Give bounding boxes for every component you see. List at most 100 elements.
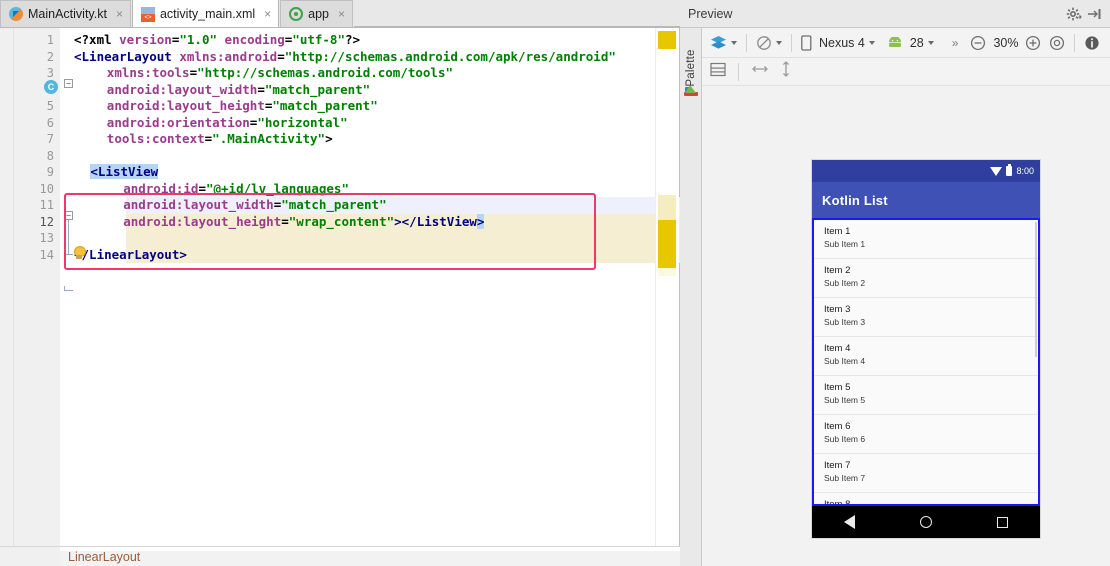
code-line[interactable]: <ListView [60, 164, 655, 181]
list-scrollbar[interactable] [1035, 222, 1037, 357]
list-item[interactable]: Item 3 Sub Item 3 [814, 298, 1038, 337]
zoom-fit-button[interactable] [1047, 33, 1067, 53]
code-line[interactable]: android:id="@+id/lv_languages" [60, 181, 655, 198]
list-item-subtitle: Sub Item 5 [824, 395, 866, 405]
blueprint-button[interactable] [710, 62, 726, 82]
list-item[interactable]: Item 6 Sub Item 6 [814, 415, 1038, 454]
device-selector[interactable]: Nexus 4 [799, 33, 877, 53]
list-item[interactable]: Item 5 Sub Item 5 [814, 376, 1038, 415]
theme-button[interactable] [754, 33, 784, 53]
android-studio-window: MainActivity.kt × activity_main.xml × ap… [0, 0, 1110, 566]
code-token: </LinearLayout> [74, 246, 187, 262]
preview-toolbar-secondary [702, 58, 1110, 86]
height-button[interactable] [779, 60, 793, 83]
zoom-in-button[interactable] [1023, 33, 1043, 53]
line-number[interactable]: 10 [40, 181, 54, 198]
code-line[interactable]: android:layout_height="match_parent" [60, 98, 655, 115]
info-icon [1085, 35, 1100, 50]
code-line[interactable]: </LinearLayout> [60, 247, 655, 264]
toolbar-separator [738, 62, 739, 81]
list-item[interactable]: Item 1 Sub Item 1 [814, 220, 1038, 259]
line-number[interactable]: 14 [40, 247, 54, 264]
code-token: = [198, 180, 206, 196]
code-line[interactable] [60, 230, 655, 247]
code-token: android:layout_height [106, 98, 265, 113]
code-token: = [257, 81, 265, 97]
home-circle-icon[interactable] [919, 516, 932, 528]
api-selector[interactable]: 28 [885, 34, 936, 52]
tab-label: app [308, 7, 330, 21]
tab-activity-main-xml[interactable]: activity_main.xml × [131, 0, 280, 27]
line-number[interactable]: 7 [47, 131, 54, 148]
tab-app[interactable]: app × [280, 0, 354, 27]
tab-mainactivity-kt[interactable]: MainActivity.kt × [0, 0, 131, 27]
list-item[interactable]: Item 4 Sub Item 4 [814, 337, 1038, 376]
zoom-out-button[interactable] [968, 33, 988, 53]
scroll-thumb[interactable] [658, 31, 676, 49]
chevron-down-icon[interactable] [927, 40, 934, 45]
breadcrumb[interactable]: LinearLayout [68, 550, 140, 564]
design-mode-button[interactable] [708, 33, 739, 52]
list-item-title: Item 4 [824, 343, 851, 354]
line-number[interactable]: 9 [47, 164, 54, 181]
code-token: "http://schemas.android.com/tools" [197, 65, 453, 80]
device-label: Nexus 4 [819, 35, 865, 50]
chevron-down-icon[interactable] [731, 40, 737, 45]
line-number[interactable]: 1 [47, 32, 54, 49]
line-number[interactable]: 5 [47, 98, 54, 115]
list-item[interactable]: Item 7 Sub Item 7 [814, 454, 1038, 493]
toolbar-separator [1074, 33, 1076, 52]
close-icon[interactable]: × [264, 7, 271, 21]
preview-canvas[interactable]: 8:00 Kotlin List Item 1 Sub Item 1 Item 2 S… [702, 86, 1110, 566]
gear-icon[interactable] [1066, 6, 1082, 22]
code-editor[interactable]: 1234567891011121314 C <?xml version="1.0… [0, 28, 726, 546]
toolbar-separator [746, 33, 747, 52]
toolbar-overflow-button[interactable]: » [952, 36, 959, 50]
class-marker-icon[interactable]: C [44, 80, 58, 94]
code-line[interactable] [60, 148, 655, 165]
device-preview[interactable]: 8:00 Kotlin List Item 1 Sub Item 1 Item 2 S… [812, 160, 1040, 538]
chevron-down-icon[interactable] [776, 40, 782, 45]
editor-marker-bar[interactable] [655, 28, 679, 546]
code-line[interactable]: <?xml version="1.0" encoding="utf-8"?> [60, 32, 655, 49]
code-line[interactable]: <LinearLayout xmlns:android="http://sche… [60, 49, 655, 66]
list-item-title: Item 6 [824, 421, 851, 432]
width-button[interactable] [751, 62, 769, 81]
list-item[interactable]: Item 8Sub Item 8 [814, 493, 1038, 504]
recents-square-icon[interactable] [996, 516, 1008, 528]
close-icon[interactable]: × [338, 7, 345, 21]
fold-marker-collapse[interactable]: − [64, 79, 73, 88]
code-line[interactable]: tools:context=".MainActivity"> [60, 131, 655, 148]
code-text-area[interactable]: <?xml version="1.0" encoding="utf-8"?> <L… [60, 28, 726, 546]
info-button[interactable] [1082, 33, 1102, 53]
code-line[interactable]: xmlns:tools="http://schemas.android.com/… [60, 65, 655, 82]
chevron-down-icon[interactable] [868, 40, 875, 45]
line-number[interactable]: 8 [47, 148, 54, 165]
editor-gutter[interactable]: 1234567891011121314 C [14, 28, 60, 546]
back-triangle-icon[interactable] [844, 515, 856, 529]
code-line[interactable]: android:layout_width="match_parent" [60, 197, 655, 214]
line-number[interactable]: 11 [40, 197, 54, 214]
code-line[interactable]: android:layout_height="wrap_content"></L… [60, 213, 655, 231]
code-token: "1.0" [179, 32, 218, 47]
lightbulb-icon[interactable] [72, 246, 86, 260]
listview-preview[interactable]: Item 1 Sub Item 1 Item 2 Sub Item 2 Item 3 Su… [812, 218, 1040, 506]
palette-rail[interactable]: Palette [680, 28, 702, 566]
fold-marker-collapse[interactable]: − [64, 211, 73, 220]
line-number[interactable]: 12 [40, 214, 54, 231]
line-number[interactable]: 6 [47, 115, 54, 132]
warning-marker[interactable] [658, 220, 676, 268]
code-line[interactable]: android:orientation="horizontal" [60, 115, 655, 132]
warning-marker[interactable] [658, 195, 676, 220]
code-token: ></ListView [394, 213, 477, 229]
preview-panel: Preview Palette Nexus 4 28 » 30% 8:00 Ko… [680, 0, 1110, 566]
list-item[interactable]: Item 2 Sub Item 2 [814, 259, 1038, 298]
editor-bottom-edge [60, 547, 680, 551]
line-number[interactable]: 13 [40, 230, 54, 247]
palette-icon-accent [685, 87, 690, 93]
collapse-icon[interactable] [1086, 6, 1102, 22]
line-number[interactable]: 2 [47, 49, 54, 66]
close-icon[interactable]: × [116, 7, 123, 21]
warning-marker[interactable] [658, 268, 676, 276]
code-line[interactable]: android:layout_width="match_parent" [60, 82, 655, 99]
